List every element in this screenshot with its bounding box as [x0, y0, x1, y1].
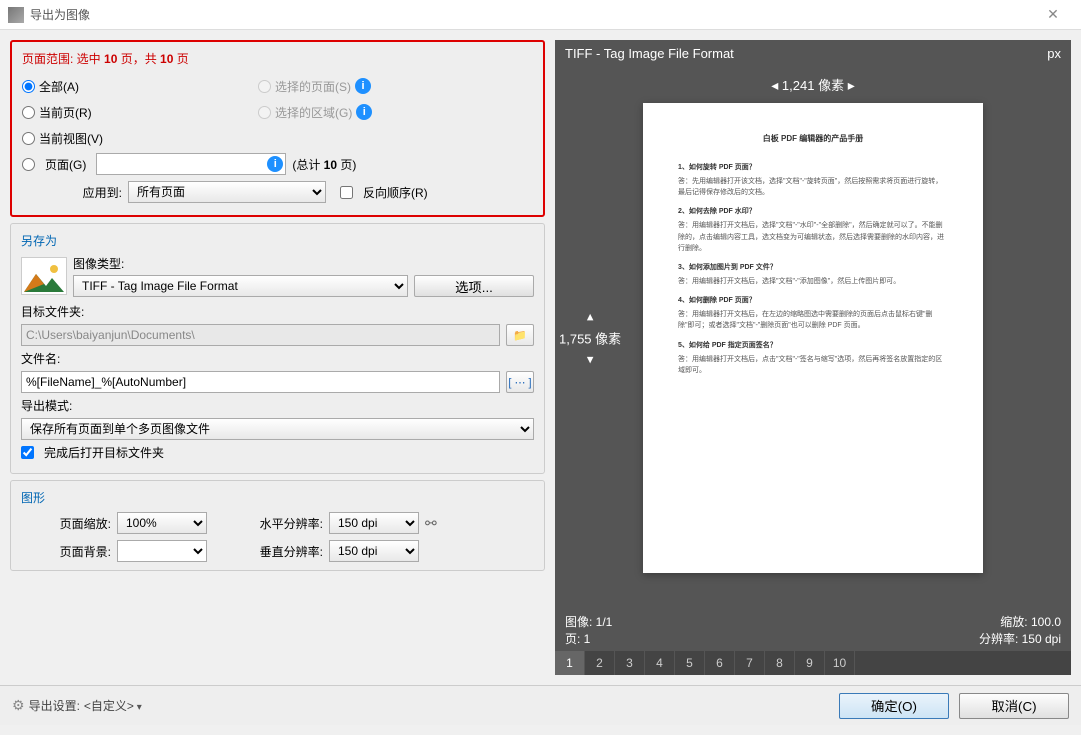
radio-pages[interactable] [22, 158, 35, 171]
export-mode-label: 导出模式: [21, 397, 534, 414]
filename-label: 文件名: [21, 350, 534, 367]
ok-button[interactable]: 确定(O) [839, 693, 949, 719]
save-as-group: 另存为 图像类型: TIFF - Tag Image File Format 选… [10, 223, 545, 474]
vres-select[interactable]: 150 dpi [329, 540, 419, 562]
height-label: ▴ 1,755 像素 ▾ [559, 309, 621, 368]
hres-label: 水平分辨率: [213, 515, 323, 532]
info-icon[interactable]: i [355, 78, 371, 94]
page-bg-label: 页面背景: [21, 543, 111, 560]
titlebar: 导出为图像 ✕ [0, 0, 1081, 30]
page-tab-6[interactable]: 6 [705, 651, 735, 675]
app-icon [8, 7, 24, 23]
hres-select[interactable]: 150 dpi [329, 512, 419, 534]
export-settings[interactable]: ⚙ 导出设置: <自定义> [12, 697, 829, 714]
cancel-button[interactable]: 取消(C) [959, 693, 1069, 719]
radio-current-view[interactable] [22, 132, 35, 145]
filename-macro-button[interactable]: [ ⋯ ] [506, 371, 534, 393]
target-folder-label: 目标文件夹: [21, 303, 534, 320]
page-tab-10[interactable]: 10 [825, 651, 855, 675]
close-button[interactable]: ✕ [1033, 6, 1073, 23]
width-label: ◂ 1,241 像素 ▸ [555, 75, 1071, 94]
link-icon[interactable]: ⚯ [425, 512, 443, 534]
open-after-checkbox[interactable] [21, 446, 34, 459]
image-type-icon [21, 257, 67, 295]
page-zoom-select[interactable]: 100% [117, 512, 207, 534]
pages-input[interactable] [96, 153, 286, 175]
page-tab-3[interactable]: 3 [615, 651, 645, 675]
filename-input[interactable] [21, 371, 500, 393]
page-bg-select[interactable] [117, 540, 207, 562]
page-tab-1[interactable]: 1 [555, 651, 585, 675]
image-type-select[interactable]: TIFF - Tag Image File Format [73, 275, 408, 297]
apply-to-select[interactable]: 所有页面 [128, 181, 326, 203]
gear-icon: ⚙ [12, 697, 25, 714]
apply-to-label: 应用到: [22, 184, 122, 201]
export-mode-select[interactable]: 保存所有页面到单个多页图像文件 [21, 418, 534, 440]
info-icon[interactable]: i [356, 104, 372, 120]
page-tab-9[interactable]: 9 [795, 651, 825, 675]
window-title: 导出为图像 [30, 6, 1033, 23]
page-tab-8[interactable]: 8 [765, 651, 795, 675]
bottom-bar: ⚙ 导出设置: <自定义> 确定(O) 取消(C) [0, 685, 1081, 725]
radio-current[interactable] [22, 106, 35, 119]
page-tab-4[interactable]: 4 [645, 651, 675, 675]
preview-footer: 图像: 1/1 页: 1 缩放: 100.0 分辨率: 150 dpi [555, 609, 1071, 651]
radio-all[interactable] [22, 80, 35, 93]
vres-label: 垂直分辨率: [213, 543, 323, 560]
image-type-label: 图像类型: [73, 255, 534, 272]
graphics-title: 图形 [21, 489, 534, 506]
preview-page: 白板 PDF 编辑器的产品手册 1、如何旋转 PDF 页面？答：先用编辑器打开该… [643, 103, 983, 573]
radio-selected-pages[interactable] [258, 80, 271, 93]
page-range-group: 页面范围: 选中 10 页，共 10 页 全部(A) 选择的页面(S)i 当前页… [10, 40, 545, 217]
save-as-title: 另存为 [21, 232, 534, 249]
browse-folder-button[interactable]: 📁 [506, 324, 534, 346]
page-tab-7[interactable]: 7 [735, 651, 765, 675]
preview-panel: TIFF - Tag Image File Format px ◂ 1,241 … [555, 40, 1071, 675]
radio-selected-area[interactable] [258, 106, 271, 119]
graphics-group: 图形 页面缩放: 100% 水平分辨率: 150 dpi ⚯ 页面背景: 垂直分… [10, 480, 545, 571]
preview-header: TIFF - Tag Image File Format px [555, 40, 1071, 67]
page-tabs: 1 2 3 4 5 6 7 8 9 10 [555, 651, 1071, 675]
target-folder-input[interactable] [21, 324, 500, 346]
page-tab-2[interactable]: 2 [585, 651, 615, 675]
reverse-checkbox[interactable] [340, 186, 353, 199]
options-button[interactable]: 选项... [414, 275, 534, 297]
page-range-title: 页面范围: 选中 10 页，共 10 页 [22, 50, 533, 67]
page-zoom-label: 页面缩放: [21, 515, 111, 532]
page-tab-5[interactable]: 5 [675, 651, 705, 675]
